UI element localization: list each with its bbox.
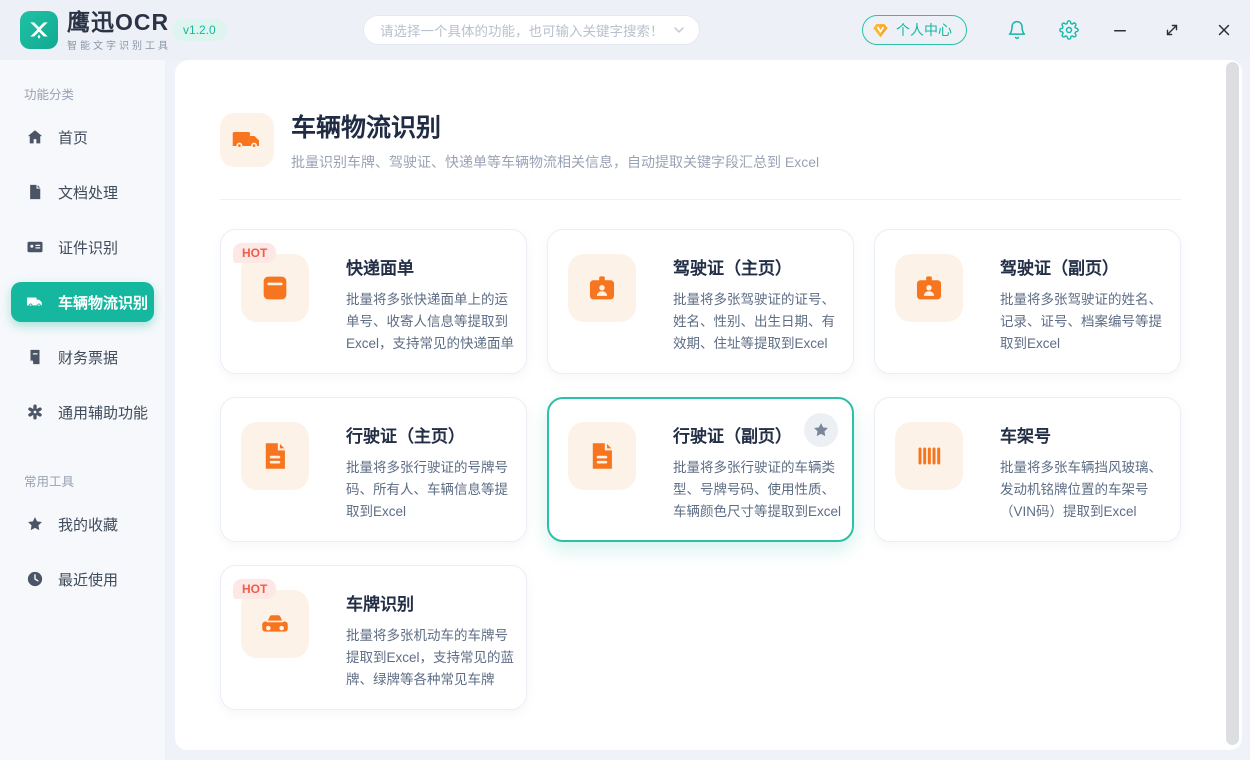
star-icon — [26, 515, 44, 533]
sidebar-item-label: 首页 — [58, 127, 88, 148]
card-title: 行驶证（主页） — [346, 422, 514, 447]
sidebar-item-favorites[interactable]: 我的收藏 — [11, 504, 154, 544]
car-icon — [241, 590, 309, 658]
card-license-plate[interactable]: HOT 车牌识别 批量将多张机动车的车牌号提取到Excel，支持常见的蓝牌、绿牌… — [220, 565, 527, 710]
page-subtitle: 批量识别车牌、驾驶证、快递单等车辆物流相关信息，自动提取关键字段汇总到 Exce… — [291, 152, 819, 172]
feature-card-grid: HOT 快递面单 批量将多张快递面单上的运单号、收寄人信息等提取到Excel，支… — [220, 229, 1181, 710]
search-placeholder: 请选择一个具体的功能，也可输入关键字搜索！ — [380, 20, 671, 40]
vip-gem-icon — [871, 21, 890, 40]
topbar: 鹰迅OCR 智能文字识别工具 v1.2.0 请选择一个具体的功能，也可输入关键字… — [0, 0, 1250, 60]
card-vehicle-license-secondary[interactable]: 行驶证（副页） 批量将多张行驶证的车辆类型、号牌号码、使用性质、车辆颜色尺寸等提… — [547, 397, 854, 542]
barcode-icon — [895, 422, 963, 490]
sidebar-item-label: 证件识别 — [58, 237, 118, 258]
sidebar-item-label: 财务票据 — [58, 347, 118, 368]
card-desc: 批量将多张行驶证的号牌号码、所有人、车辆信息等提取到Excel — [346, 457, 514, 523]
sidebar-item-label: 车辆物流识别 — [58, 292, 148, 313]
document-icon — [26, 183, 44, 201]
hot-badge: HOT — [233, 243, 276, 263]
card-title: 驾驶证（主页） — [673, 254, 841, 279]
minimize-icon[interactable] — [1111, 21, 1129, 39]
bell-icon[interactable] — [1007, 20, 1027, 40]
card-vehicle-license-main[interactable]: 行驶证（主页） 批量将多张行驶证的号牌号码、所有人、车辆信息等提取到Excel — [220, 397, 527, 542]
package-icon — [241, 254, 309, 322]
card-title: 车架号 — [1000, 422, 1168, 447]
card-desc: 批量将多张车辆挡风玻璃、发动机铭牌位置的车架号（VIN码）提取到Excel — [1000, 457, 1168, 523]
card-desc: 批量将多张驾驶证的姓名、记录、证号、档案编号等提取到Excel — [1000, 289, 1168, 355]
user-center-label: 个人中心 — [896, 20, 952, 40]
app-tagline: 智能文字识别工具 — [67, 37, 171, 52]
id-badge-icon — [568, 254, 636, 322]
card-title: 快递面单 — [346, 254, 514, 279]
truck-icon — [26, 293, 44, 311]
sidebar-item-vehicle-logistics[interactable]: 车辆物流识别 — [11, 282, 154, 322]
sidebar-item-general-tools[interactable]: 通用辅助功能 — [11, 392, 154, 432]
main-panel: 车辆物流识别 批量识别车牌、驾驶证、快递单等车辆物流相关信息，自动提取关键字段汇… — [175, 60, 1242, 750]
sidebar-item-label: 我的收藏 — [58, 514, 118, 535]
sidebar-item-recent[interactable]: 最近使用 — [11, 559, 154, 599]
app-logo-icon — [20, 11, 58, 49]
version-badge: v1.2.0 — [172, 19, 227, 41]
page-title: 车辆物流识别 — [291, 113, 819, 143]
home-icon — [26, 128, 44, 146]
sidebar-item-label: 通用辅助功能 — [58, 402, 148, 423]
card-title: 驾驶证（副页） — [1000, 254, 1168, 279]
receipt-icon — [26, 348, 44, 366]
sidebar-item-home[interactable]: 首页 — [11, 117, 154, 157]
document-lines-icon — [568, 422, 636, 490]
gear-asterisk-icon — [26, 403, 44, 421]
user-center-button[interactable]: 个人中心 — [862, 15, 967, 45]
category-header: 车辆物流识别 批量识别车牌、驾驶证、快递单等车辆物流相关信息，自动提取关键字段汇… — [220, 113, 1181, 172]
sidebar-section-label: 功能分类 — [0, 76, 165, 117]
function-search-select[interactable]: 请选择一个具体的功能，也可输入关键字搜索！ — [363, 15, 700, 45]
close-icon[interactable] — [1215, 21, 1233, 39]
document-lines-icon — [241, 422, 309, 490]
sidebar-item-label: 最近使用 — [58, 569, 118, 590]
header-divider — [220, 199, 1181, 200]
hot-badge: HOT — [233, 579, 276, 599]
card-desc: 批量将多张机动车的车牌号提取到Excel，支持常见的蓝牌、绿牌等各种常见车牌 — [346, 625, 514, 691]
id-badge-icon — [895, 254, 963, 322]
card-desc: 批量将多张快递面单上的运单号、收寄人信息等提取到Excel，支持常见的快递面单 — [346, 289, 514, 355]
card-driver-license-secondary[interactable]: 驾驶证（副页） 批量将多张驾驶证的姓名、记录、证号、档案编号等提取到Excel — [874, 229, 1181, 374]
card-desc: 批量将多张驾驶证的证号、姓名、性别、出生日期、有效期、住址等提取到Excel — [673, 289, 841, 355]
sidebar-item-documents[interactable]: 文档处理 — [11, 172, 154, 212]
sidebar-item-id-recognition[interactable]: 证件识别 — [11, 227, 154, 267]
card-vin-number[interactable]: 车架号 批量将多张车辆挡风玻璃、发动机铭牌位置的车架号（VIN码）提取到Exce… — [874, 397, 1181, 542]
star-icon — [812, 421, 830, 439]
resize-icon[interactable] — [1163, 21, 1181, 39]
vertical-scrollbar[interactable] — [1226, 62, 1239, 745]
id-card-icon — [26, 238, 44, 256]
brand-block: 鹰迅OCR 智能文字识别工具 — [67, 9, 171, 52]
clock-icon — [26, 570, 44, 588]
card-title: 车牌识别 — [346, 590, 514, 615]
sidebar-item-finance-tickets[interactable]: 财务票据 — [11, 337, 154, 377]
app-title: 鹰迅OCR — [67, 9, 171, 35]
gear-icon[interactable] — [1059, 20, 1079, 40]
truck-icon — [220, 113, 274, 167]
sidebar: 功能分类 首页 文档处理 证件识别 — [0, 60, 166, 760]
card-desc: 批量将多张行驶证的车辆类型、号牌号码、使用性质、车辆颜色尺寸等提取到Excel — [673, 457, 841, 523]
favorite-star-button[interactable] — [804, 413, 838, 447]
sidebar-section-label: 常用工具 — [0, 447, 165, 504]
chevron-down-icon — [671, 22, 687, 38]
card-driver-license-main[interactable]: 驾驶证（主页） 批量将多张驾驶证的证号、姓名、性别、出生日期、有效期、住址等提取… — [547, 229, 854, 374]
sidebar-item-label: 文档处理 — [58, 182, 118, 203]
card-express-waybill[interactable]: HOT 快递面单 批量将多张快递面单上的运单号、收寄人信息等提取到Excel，支… — [220, 229, 527, 374]
